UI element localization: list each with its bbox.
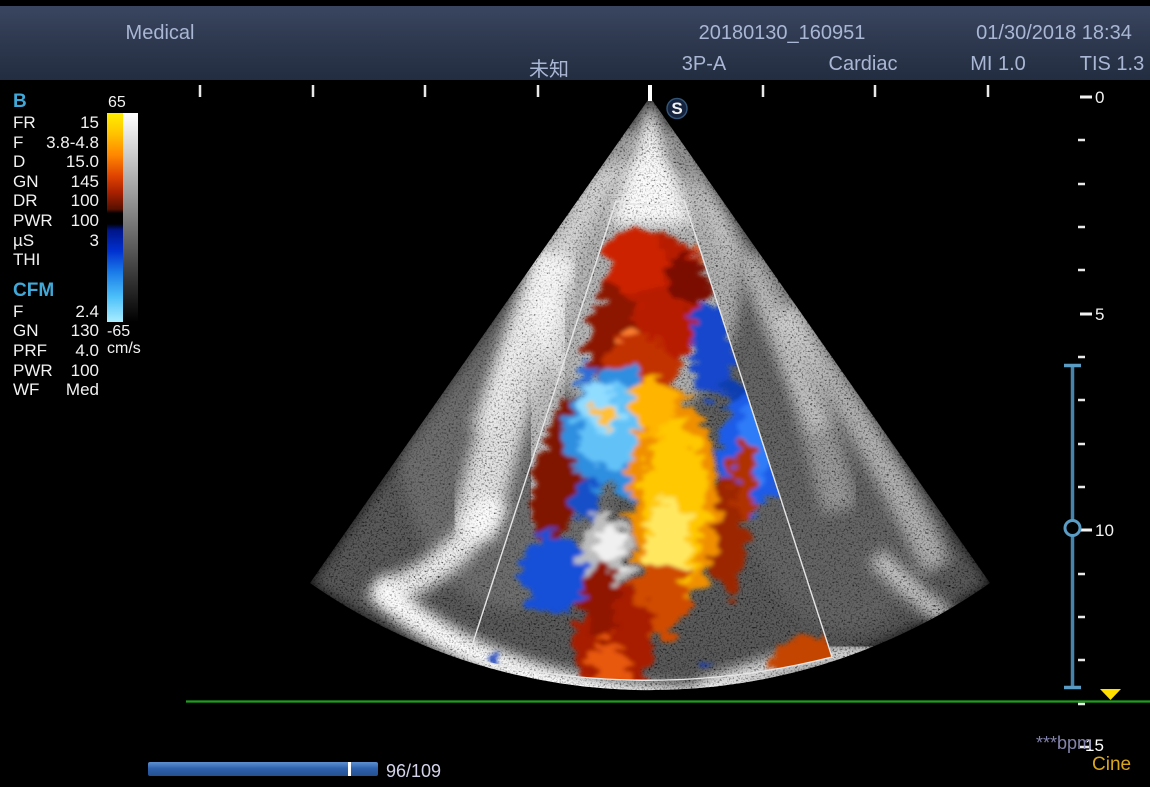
focus-marker-circle[interactable] [1065, 521, 1080, 536]
depth-label-0: 0 [1095, 88, 1104, 107]
cine-mode-label: Cine [1092, 754, 1131, 776]
ultrasound-screen: Medical 20180130_160951 01/30/2018 18:34… [0, 0, 1150, 787]
cine-progress-bar[interactable] [148, 762, 378, 776]
depth-label-5: 5 [1095, 305, 1104, 324]
top-scale-ticks [200, 85, 988, 101]
velocity-unit-label: cm/s [107, 340, 141, 358]
heart-rate-display: ***bpm [1036, 733, 1092, 754]
cine-position-marker[interactable] [348, 762, 351, 776]
velocity-min-label: -65 [107, 323, 130, 341]
frame-counter: 96/109 [386, 761, 441, 782]
depth-label-10: 10 [1095, 521, 1114, 540]
ultrasound-image: S 0 [0, 0, 1150, 787]
sweep-cursor-triangle[interactable] [1100, 689, 1121, 700]
focus-depth-bar[interactable] [1064, 365, 1081, 688]
depth-ruler: 0 5 10 [1078, 88, 1114, 747]
orientation-marker: S [667, 99, 687, 119]
orientation-marker-letter: S [671, 99, 682, 118]
